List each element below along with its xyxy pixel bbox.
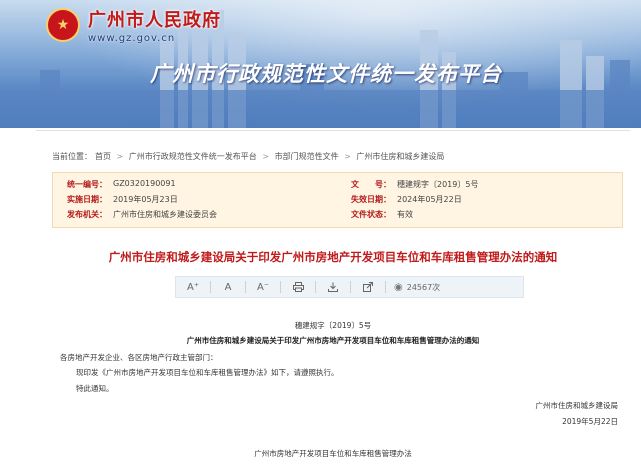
- article-toolbar: A⁺ A A⁻ ◉ 24567次: [175, 276, 524, 298]
- breadcrumb-item-department-docs[interactable]: 市部门规范性文件: [275, 152, 339, 161]
- unified-number-label: 统一编号：: [67, 180, 107, 189]
- document-title: 广州市住房和城乡建设局关于印发广州市房地产开发项目车位和车库租售管理办法的通知: [108, 250, 558, 264]
- unified-number-value: GZ0320190091: [113, 179, 176, 188]
- doc-number-value: 穗建规字〔2019〕5号: [397, 180, 479, 189]
- toolbar-divider: [245, 281, 246, 293]
- document-date: 2019年5月22日: [562, 417, 618, 426]
- document-number: 穗建规字〔2019〕5号: [294, 321, 372, 330]
- toolbar-divider: [350, 281, 351, 293]
- breadcrumb-separator: >: [344, 152, 351, 161]
- expiry-date-value: 2024年05月22日: [397, 195, 462, 204]
- document-signature: 广州市住房和城乡建设局: [535, 401, 619, 410]
- breadcrumb-item-platform[interactable]: 广州市行政规范性文件统一发布平台: [129, 152, 257, 161]
- print-icon[interactable]: [287, 278, 309, 296]
- toolbar-divider: [315, 281, 316, 293]
- download-icon[interactable]: [322, 278, 344, 296]
- breadcrumb-item-home[interactable]: 首页: [95, 152, 111, 161]
- document-meta-panel: 统一编号： GZ0320190091 文 号： 穗建规字〔2019〕5号 实施日…: [52, 172, 623, 228]
- platform-title: 广州市行政规范性文件统一发布平台: [150, 62, 502, 86]
- expiry-date-label: 失效日期：: [351, 195, 391, 204]
- toolbar-divider: [280, 281, 281, 293]
- effective-date-value: 2019年05月23日: [113, 195, 178, 204]
- view-count-value: 24567次: [406, 282, 441, 292]
- document-recipients: 各房地产开发企业、各区房地产行政主管部门：: [60, 353, 218, 362]
- status-label: 文件状态：: [351, 210, 391, 219]
- effective-date-label: 实施日期：: [67, 195, 107, 204]
- view-count: ◉ 24567次: [394, 282, 440, 293]
- national-emblem-icon: ★: [46, 8, 80, 42]
- meta-row: 实施日期： 2019年05月23日 失效日期： 2024年05月22日: [53, 194, 622, 208]
- site-banner: ★ 广州市人民政府 www.gz.gov.cn 广州市行政规范性文件统一发布平台: [0, 0, 641, 128]
- site-url: www.gz.gov.cn: [88, 33, 176, 44]
- document-closing: 特此通知。: [76, 384, 114, 393]
- meta-row: 发布机关： 广州市住房和城乡建设委员会 文件状态： 有效: [53, 209, 622, 223]
- main-content: 当前位置： 首页 > 广州市行政规范性文件统一发布平台 > 市部门规范性文件 > …: [36, 130, 630, 464]
- attachment-title: 广州市房地产开发项目车位和车库租售管理办法: [254, 449, 412, 458]
- share-icon[interactable]: [357, 278, 379, 296]
- font-increase-button[interactable]: A⁺: [182, 278, 204, 296]
- font-decrease-button[interactable]: A⁻: [252, 278, 274, 296]
- doc-number-label: 文 号：: [351, 180, 391, 189]
- status-value: 有效: [397, 210, 413, 219]
- breadcrumb: 当前位置： 首页 > 广州市行政规范性文件统一发布平台 > 市部门规范性文件 > …: [52, 151, 447, 162]
- site-logo[interactable]: ★ 广州市人民政府 www.gz.gov.cn: [46, 6, 221, 44]
- toolbar-divider: [210, 281, 211, 293]
- document-inner-title: 广州市住房和城乡建设局关于印发广州市房地产开发项目车位和车库租售管理办法的通知: [186, 336, 480, 345]
- meta-row: 统一编号： GZ0320190091 文 号： 穗建规字〔2019〕5号: [53, 179, 622, 193]
- breadcrumb-item-housing-bureau[interactable]: 广州市住房和城乡建设局: [356, 152, 444, 161]
- document-body-paragraph: 现印发《广州市房地产开发项目车位和车库租售管理办法》如下，请遵照执行。: [76, 368, 339, 377]
- breadcrumb-separator: >: [116, 152, 124, 161]
- toolbar-divider: [385, 281, 386, 293]
- eye-icon: ◉: [394, 281, 403, 293]
- site-name: 广州市人民政府: [88, 10, 221, 31]
- breadcrumb-separator: >: [262, 152, 270, 161]
- issuer-label: 发布机关：: [67, 210, 107, 219]
- breadcrumb-prefix: 当前位置：: [52, 152, 92, 161]
- font-default-button[interactable]: A: [217, 278, 239, 296]
- issuer-value: 广州市住房和城乡建设委员会: [113, 210, 217, 219]
